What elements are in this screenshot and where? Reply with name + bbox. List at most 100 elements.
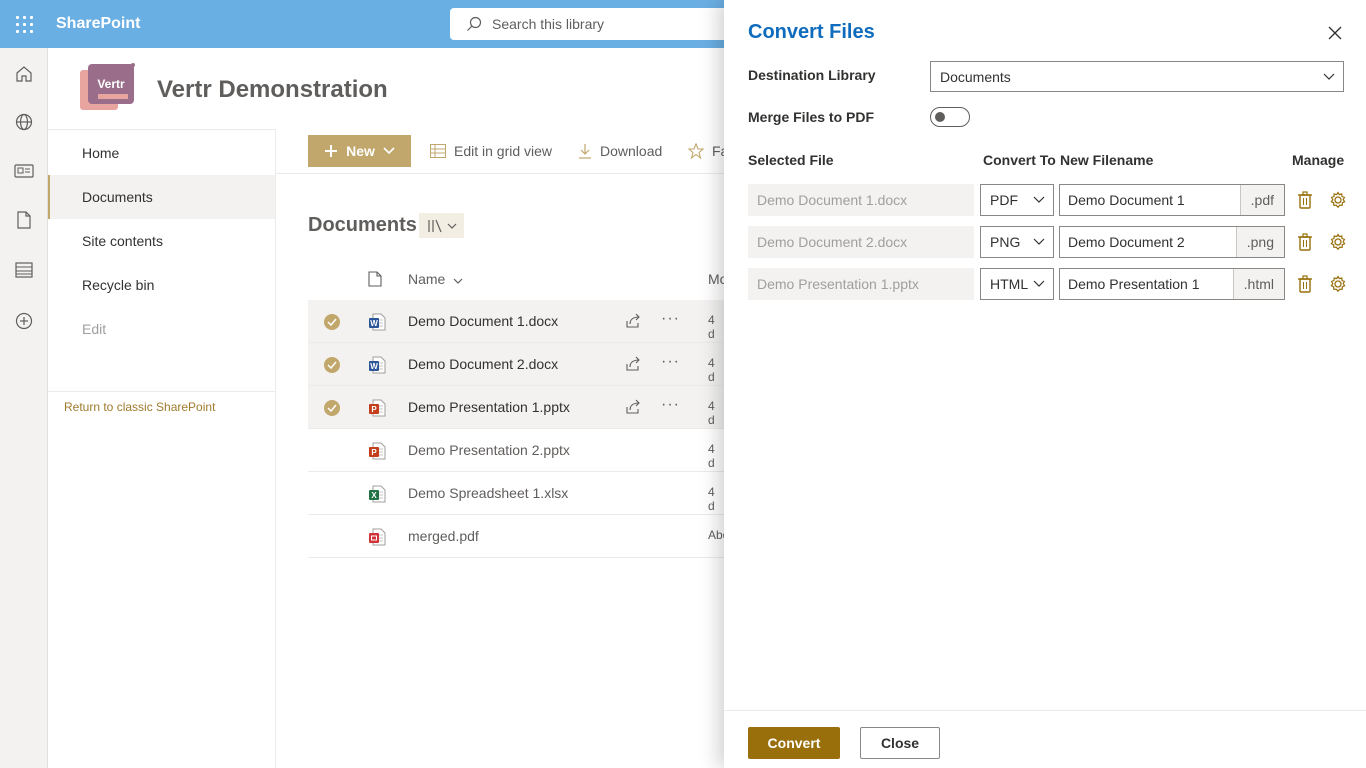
brand-label[interactable]: SharePoint (56, 15, 140, 33)
modified-value: 4 d (708, 356, 715, 384)
close-icon[interactable] (1328, 26, 1344, 42)
convert-to-value: PDF (990, 192, 1018, 208)
header-new-filename: New Filename (1060, 152, 1154, 168)
extension-suffix: .pdf (1239, 185, 1284, 215)
delete-icon[interactable] (1297, 275, 1315, 293)
row-checkmark-icon[interactable] (324, 314, 340, 330)
svg-text:W: W (370, 319, 378, 328)
chevron-down-icon (1033, 196, 1045, 203)
app-launcher-icon[interactable] (0, 0, 48, 48)
modified-value: 4 d (708, 485, 715, 513)
globe-icon[interactable] (14, 112, 34, 132)
delete-icon[interactable] (1297, 191, 1315, 209)
app-bar (0, 48, 48, 768)
search-box[interactable]: Search this library (450, 8, 750, 40)
nav-divider (48, 391, 275, 392)
column-name-header[interactable]: Name (408, 271, 463, 287)
convert-button[interactable]: Convert (748, 727, 840, 759)
new-filename-input[interactable]: Demo Document 1 .pdf (1059, 184, 1285, 216)
close-button[interactable]: Close (860, 727, 940, 759)
nav-item-home[interactable]: Home (48, 131, 275, 175)
more-options-icon[interactable]: ··· (661, 396, 680, 414)
share-icon[interactable] (625, 399, 641, 415)
modified-value: 4 d (708, 399, 715, 427)
nav-item-site-contents[interactable]: Site contents (48, 219, 275, 263)
convert-files-panel: Convert Files Destination Library Docume… (724, 0, 1366, 768)
new-button[interactable]: New (308, 135, 411, 167)
edit-grid-button[interactable]: Edit in grid view (430, 135, 552, 167)
command-bar: New Edit in grid view Download Fa (276, 129, 728, 174)
nav-item-edit[interactable]: Edit (48, 307, 275, 351)
convert-to-value: PNG (990, 234, 1021, 250)
convert-to-dropdown[interactable]: PNG (980, 226, 1054, 258)
file-name[interactable]: merged.pdf (408, 528, 479, 544)
edit-grid-label: Edit in grid view (454, 143, 553, 159)
share-icon[interactable] (625, 356, 641, 372)
table-row[interactable]: W Demo Document 2.docx ··· 4 d (308, 343, 724, 386)
convert-to-dropdown[interactable]: HTML (980, 268, 1054, 300)
share-icon[interactable] (625, 313, 641, 329)
download-button[interactable]: Download (578, 135, 662, 167)
file-name[interactable]: Demo Presentation 1.pptx (408, 399, 570, 415)
header-selected-file: Selected File (748, 152, 834, 168)
new-filename-value: Demo Document 1 (1068, 192, 1185, 208)
download-label: Download (600, 143, 663, 159)
search-placeholder: Search this library (492, 16, 605, 32)
lists-icon[interactable] (14, 260, 34, 280)
site-logo[interactable]: Vertr (80, 62, 136, 114)
settings-gear-icon[interactable] (1329, 233, 1347, 251)
new-filename-input[interactable]: Demo Document 2 .png (1059, 226, 1285, 258)
file-type-header-icon[interactable] (368, 271, 382, 287)
grid-icon (430, 144, 446, 158)
table-row[interactable]: P Demo Presentation 2.pptx 4 d (308, 429, 724, 472)
row-checkmark-icon[interactable] (324, 400, 340, 416)
extension-suffix: .html (1232, 269, 1284, 299)
plus-icon (325, 145, 338, 157)
header-convert-to: Convert To (983, 152, 1056, 168)
table-row[interactable]: X Demo Spreadsheet 1.xlsx 4 d (308, 472, 724, 515)
more-options-icon[interactable]: ··· (661, 353, 680, 371)
word-file-icon: W (368, 313, 386, 331)
delete-icon[interactable] (1297, 233, 1315, 251)
site-logo-text: Vertr (97, 77, 125, 91)
new-filename-value: Demo Document 2 (1068, 234, 1185, 250)
excel-file-icon: X (368, 485, 386, 503)
panel-footer-divider (724, 710, 1366, 711)
chevron-down-icon (1033, 280, 1045, 287)
panel-title: Convert Files (748, 21, 875, 43)
settings-gear-icon[interactable] (1329, 191, 1347, 209)
file-name[interactable]: Demo Presentation 2.pptx (408, 442, 570, 458)
merge-toggle[interactable] (930, 107, 970, 127)
column-name-label: Name (408, 271, 446, 287)
destination-dropdown[interactable]: Documents (930, 61, 1344, 92)
table-row[interactable]: W Demo Document 1.docx ··· 4 d (308, 300, 724, 343)
file-icon[interactable] (14, 210, 34, 230)
library-title: Documents (308, 214, 417, 236)
create-icon[interactable] (14, 311, 34, 331)
home-icon[interactable] (14, 64, 34, 84)
convert-to-value: HTML (990, 276, 1029, 292)
star-icon (688, 143, 704, 159)
new-filename-input[interactable]: Demo Presentation 1 .html (1059, 268, 1285, 300)
svg-text:P: P (371, 405, 377, 414)
svg-text:W: W (370, 362, 378, 371)
row-checkmark-icon[interactable] (324, 357, 340, 373)
favorite-button[interactable]: Fa (688, 135, 728, 167)
table-row[interactable]: merged.pdf Abo (308, 515, 729, 558)
nav-item-documents[interactable]: Documents (48, 175, 275, 219)
download-icon (579, 144, 591, 159)
file-name[interactable]: Demo Spreadsheet 1.xlsx (408, 485, 568, 501)
nav-item-recycle-bin[interactable]: Recycle bin (48, 263, 275, 307)
file-name[interactable]: Demo Document 1.docx (408, 313, 558, 329)
table-row[interactable]: P Demo Presentation 1.pptx ··· 4 d (308, 386, 724, 429)
header-manage: Manage (1292, 152, 1345, 168)
site-title[interactable]: Vertr Demonstration (157, 76, 388, 104)
more-options-icon[interactable]: ··· (661, 310, 680, 328)
news-icon[interactable] (14, 161, 34, 181)
view-switcher-button[interactable] (419, 213, 464, 238)
convert-to-dropdown[interactable]: PDF (980, 184, 1054, 216)
settings-gear-icon[interactable] (1329, 275, 1347, 293)
destination-label: Destination Library (748, 67, 876, 83)
file-name[interactable]: Demo Document 2.docx (408, 356, 558, 372)
return-classic-link[interactable]: Return to classic SharePoint (64, 400, 215, 414)
